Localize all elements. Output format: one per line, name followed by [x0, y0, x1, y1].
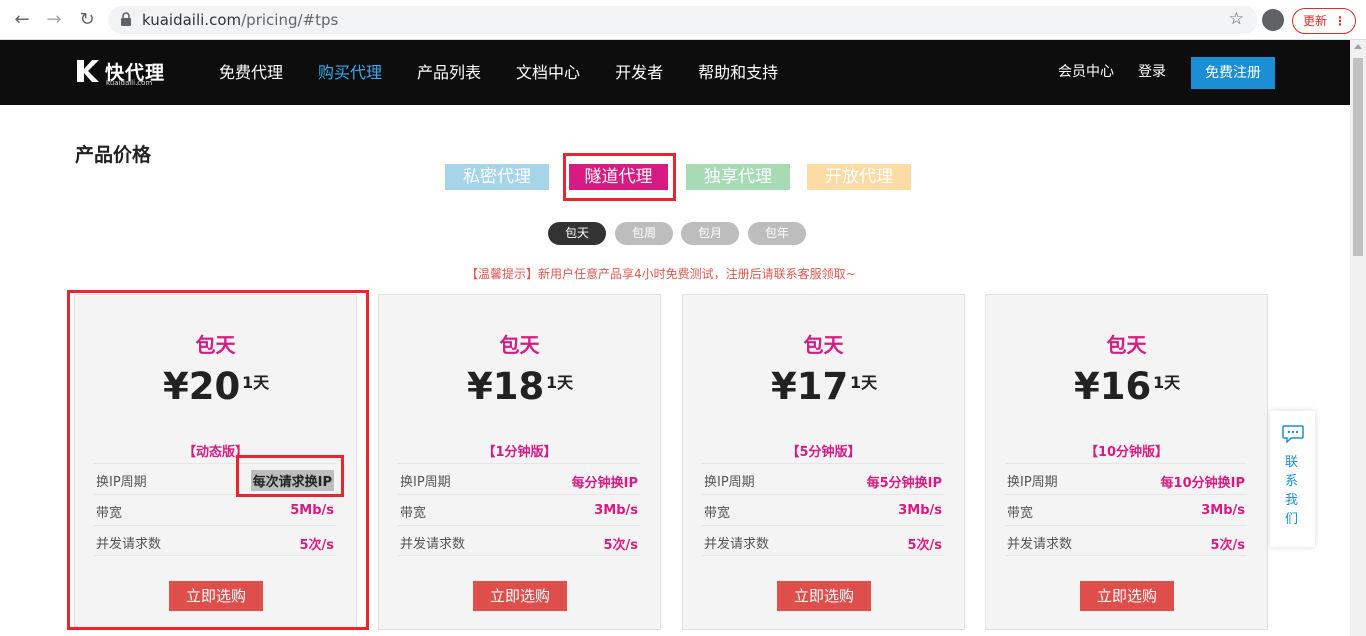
url-path: /pricing/#tps — [241, 11, 339, 29]
nav-help[interactable]: 帮助和支持 — [698, 40, 778, 105]
period-week-pill[interactable]: 包周 — [615, 222, 673, 245]
section-title: 产品价格 — [75, 144, 152, 166]
spec-row: 带宽 3Mb/s — [398, 494, 640, 525]
chat-bubble-icon — [1282, 425, 1304, 443]
plan-price: ¥18 — [467, 365, 545, 408]
spec-value: 5次/s — [907, 538, 942, 553]
spec-row: 换IP周期 每5分钟换IP — [702, 463, 944, 494]
login-link[interactable]: 登录 — [1138, 40, 1166, 105]
spec-label: 带宽 — [704, 506, 731, 521]
plan-unit: 1天 — [1153, 373, 1181, 392]
nav-free-proxy[interactable]: 免费代理 — [219, 40, 283, 105]
plan-name: 包天 — [803, 333, 844, 357]
spec-row: 换IP周期 每分钟换IP — [398, 463, 640, 494]
plan-version: 【10分钟版】 — [1084, 445, 1169, 460]
nav-buy-proxy[interactable]: 购买代理 — [318, 40, 382, 105]
plan-version: 【5分钟版】 — [786, 445, 861, 460]
buy-now-button[interactable]: 立即选购 — [1080, 581, 1174, 611]
tab-exclusive-proxy[interactable]: 独享代理 — [686, 164, 790, 190]
lock-icon — [121, 12, 131, 26]
spec-value: 每10分钟换IP — [1160, 476, 1245, 491]
period-month-pill[interactable]: 包月 — [681, 222, 739, 245]
update-label: 更新 — [1303, 14, 1328, 28]
back-arrow-icon[interactable]: ← — [10, 8, 34, 32]
menu-dots-icon: ⋮ — [1334, 14, 1346, 28]
buy-now-button[interactable]: 立即选购 — [777, 581, 871, 611]
pricing-card: 包天 ¥18 1天 【1分钟版】 换IP周期 每分钟换IP 带宽 3Mb/s 并发请… — [378, 294, 661, 630]
main-nav: 免费代理 购买代理 产品列表 文档中心 开发者 帮助和支持 — [219, 40, 813, 105]
logo-k-icon — [77, 60, 99, 82]
tab-private-proxy[interactable]: 私密代理 — [445, 164, 549, 190]
spec-value: 5次/s — [1210, 538, 1245, 553]
contact-us-widget[interactable]: 联系我们 — [1270, 411, 1315, 547]
scrollbar-thumb[interactable] — [1353, 58, 1363, 256]
site-header: 快代理 kuaidaili.com 免费代理 购买代理 产品列表 文档中心 开发… — [0, 40, 1350, 105]
browser-update-button[interactable]: 更新 ⋮ — [1292, 8, 1356, 34]
annotation-highlight-ip-cycle — [236, 455, 344, 497]
spec-value: 5次/s — [603, 538, 638, 553]
scroll-up-arrow-icon[interactable] — [1354, 44, 1362, 49]
spec-label: 带宽 — [1007, 506, 1034, 521]
spec-value: 每5分钟换IP — [866, 476, 942, 491]
member-center-link[interactable]: 会员中心 — [1058, 40, 1114, 105]
spec-label: 带宽 — [400, 506, 427, 521]
nav-developer[interactable]: 开发者 — [615, 40, 663, 105]
plan-unit: 1天 — [850, 373, 878, 392]
url-host: kuaidaili.com — [142, 11, 242, 29]
contact-us-label: 联系我们 — [1285, 455, 1299, 527]
buy-now-button[interactable]: 立即选购 — [473, 581, 567, 611]
plan-unit: 1天 — [546, 373, 574, 392]
spec-value: 每分钟换IP — [571, 476, 638, 491]
tab-open-proxy[interactable]: 开放代理 — [807, 164, 911, 190]
spec-row: 换IP周期 每10分钟换IP — [1005, 463, 1247, 494]
spec-label: 换IP周期 — [1007, 475, 1058, 490]
profile-avatar[interactable] — [1262, 9, 1284, 31]
plan-price: ¥17 — [771, 365, 849, 408]
annotation-highlight-tab — [563, 153, 676, 201]
reload-icon[interactable]: ↻ — [75, 8, 99, 32]
spec-row: 并发请求数 5次/s — [398, 525, 640, 556]
plan-name: 包天 — [499, 333, 540, 357]
spec-row: 并发请求数 5次/s — [702, 525, 944, 556]
register-button[interactable]: 免费注册 — [1191, 57, 1275, 89]
spec-row: 并发请求数 5次/s — [1005, 525, 1247, 556]
page-scrollbar[interactable] — [1350, 40, 1366, 636]
nav-product-list[interactable]: 产品列表 — [417, 40, 481, 105]
period-day-pill[interactable]: 包天 — [548, 222, 606, 245]
pricing-card: 包天 ¥17 1天 【5分钟版】 换IP周期 每5分钟换IP 带宽 3Mb/s 并发… — [682, 294, 965, 630]
spec-label: 换IP周期 — [704, 475, 755, 490]
spec-row: 带宽 3Mb/s — [702, 494, 944, 525]
spec-label: 并发请求数 — [704, 537, 770, 552]
spec-value: 3Mb/s — [594, 503, 638, 518]
address-bar[interactable]: kuaidaili.com/pricing/#tps ☆ — [108, 6, 1258, 34]
plan-name: 包天 — [1106, 333, 1147, 357]
pricing-card: 包天 ¥16 1天 【10分钟版】 换IP周期 每10分钟换IP 带宽 3Mb/s … — [985, 294, 1268, 630]
plan-price: ¥16 — [1074, 365, 1152, 408]
spec-label: 换IP周期 — [400, 475, 451, 490]
url-text: kuaidaili.com/pricing/#tps — [142, 11, 338, 29]
spec-row: 带宽 3Mb/s — [1005, 494, 1247, 525]
browser-toolbar: ← → ↻ kuaidaili.com/pricing/#tps ☆ 更新 ⋮ — [0, 0, 1366, 40]
spec-value: 3Mb/s — [1201, 503, 1245, 518]
period-year-pill[interactable]: 包年 — [748, 222, 806, 245]
logo-subtext: kuaidaili.com — [106, 79, 153, 87]
bookmark-star-icon[interactable]: ☆ — [1229, 9, 1244, 29]
spec-value: 3Mb/s — [898, 503, 942, 518]
spec-label: 并发请求数 — [400, 537, 466, 552]
plan-version: 【1分钟版】 — [482, 445, 557, 460]
site-logo[interactable]: 快代理 kuaidaili.com — [75, 58, 170, 88]
nav-docs[interactable]: 文档中心 — [516, 40, 580, 105]
forward-arrow-icon[interactable]: → — [42, 8, 66, 32]
promo-tip: 【温馨提示】新用户任意产品享4小时免费测试，注册后请联系客服领取~ — [466, 267, 856, 281]
spec-label: 并发请求数 — [1007, 537, 1073, 552]
